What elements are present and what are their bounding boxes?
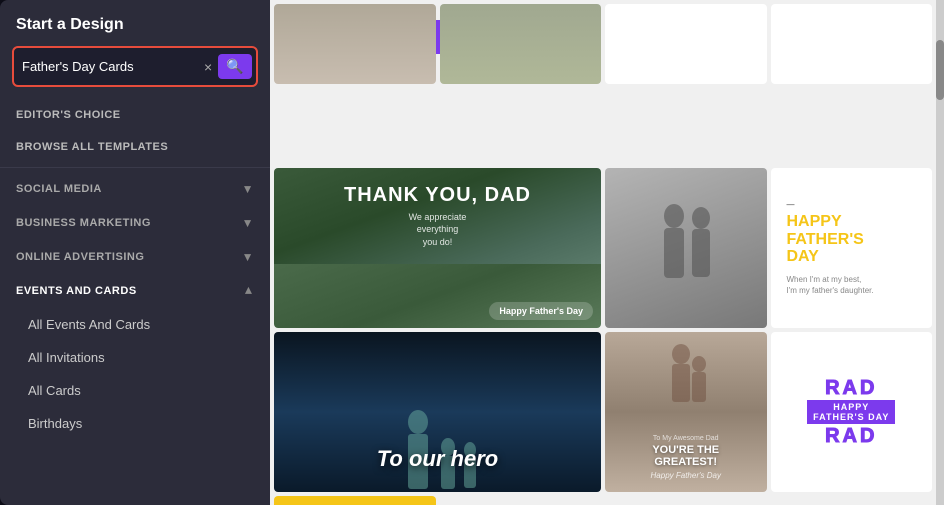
modal-header: Start a Design xyxy=(0,0,270,46)
template-to-our-hero[interactable]: To our hero xyxy=(274,332,601,492)
rad-happy-text: HAPPY xyxy=(813,402,889,412)
sidebar-events-and-cards[interactable]: EVENTS AND CARDS ▼ xyxy=(0,274,270,308)
template-card-3[interactable] xyxy=(605,4,767,84)
sidebar-editors-choice[interactable]: EDITOR'S CHOICE xyxy=(0,99,270,131)
dad-son-silhouette xyxy=(656,342,716,412)
happy-fd-sub-text: When I'm at my best,I'm my father's daug… xyxy=(787,274,874,296)
template-card-4[interactable] xyxy=(771,4,933,84)
template-bw-couple[interactable] xyxy=(605,168,767,328)
scrollbar-track[interactable] xyxy=(936,0,944,505)
happy-fathers-day-label: Happy Father's Day xyxy=(489,302,593,320)
sidebar-sub-all-events[interactable]: All Events And Cards xyxy=(0,308,270,341)
chevron-down-icon-2: ▼ xyxy=(242,216,254,230)
hero-family-silhouette xyxy=(348,392,528,492)
to-awesome-dad: To My Awesome Dad xyxy=(651,435,721,442)
chevron-up-icon: ▼ xyxy=(242,284,254,298)
happy-fd-bottom: Happy Father's Day xyxy=(651,471,721,480)
sidebar-sub-all-cards[interactable]: All Cards xyxy=(0,374,270,407)
happy-fd-text: HAPPYFATHER'SDAY xyxy=(787,213,864,266)
scrollbar-thumb[interactable] xyxy=(936,40,944,100)
sidebar-nav: EDITOR'S CHOICE BROWSE ALL TEMPLATES SOC… xyxy=(0,99,270,505)
sidebar-sub-all-invitations[interactable]: All Invitations xyxy=(0,341,270,374)
sidebar-sub-birthdays[interactable]: Birthdays xyxy=(0,407,270,440)
sidebar-browse-all[interactable]: BROWSE ALL TEMPLATES xyxy=(0,131,270,163)
modal-title: Start a Design xyxy=(16,16,124,34)
sidebar-business-marketing-label: BUSINESS MARKETING xyxy=(16,217,151,229)
sidebar-social-media[interactable]: SOCIAL MEDIA ▼ xyxy=(0,172,270,206)
modal-overlay: Templates Blank Canvas × Start a Design … xyxy=(0,0,944,505)
sidebar-events-and-cards-label: EVENTS AND CARDS xyxy=(16,285,137,297)
rad-dad-container: RAD HAPPY FATHER'S DAY RAD xyxy=(807,378,895,446)
template-happy-fd-white[interactable]: — HAPPYFATHER'SDAY When I'm at my best,I… xyxy=(771,168,933,328)
nav-divider-1 xyxy=(0,167,270,168)
sidebar-online-advertising-label: ONLINE ADVERTISING xyxy=(16,251,144,263)
template-number-one-dad[interactable]: YOU ARE THE #1 DAD HAPPY FATHER'S DAY xyxy=(274,496,436,505)
dash-decoration: — xyxy=(787,200,795,209)
template-card-2[interactable] xyxy=(440,4,602,84)
search-clear-button[interactable]: × xyxy=(204,59,212,75)
to-our-hero-text: To our hero xyxy=(377,446,498,472)
template-grid: THANK YOU, DAD We appreciateeverythingyo… xyxy=(270,0,936,505)
sidebar-business-marketing[interactable]: BUSINESS MARKETING ▼ xyxy=(0,206,270,240)
thank-you-dad-sub: We appreciateeverythingyou do! xyxy=(409,211,467,249)
couple-silhouette xyxy=(646,198,726,298)
search-box: × 🔍 xyxy=(12,46,258,87)
rad-text-2: RAD xyxy=(807,426,895,446)
search-input[interactable] xyxy=(22,59,198,74)
rad-fathers-day-text: FATHER'S DAY xyxy=(813,412,889,422)
sidebar: Start a Design × 🔍 EDITOR'S CHOICE BROWS… xyxy=(0,0,270,505)
youre-greatest-container: To My Awesome Dad YOU'RE THEGREATEST! Ha… xyxy=(651,435,721,480)
chevron-down-icon: ▼ xyxy=(242,182,254,196)
youre-greatest-text: YOU'RE THEGREATEST! xyxy=(651,444,721,468)
template-rad-dad[interactable]: RAD HAPPY FATHER'S DAY RAD xyxy=(771,332,933,492)
chevron-down-icon-3: ▼ xyxy=(242,250,254,264)
sidebar-online-advertising[interactable]: ONLINE ADVERTISING ▼ xyxy=(0,240,270,274)
sidebar-social-media-label: SOCIAL MEDIA xyxy=(16,183,102,195)
template-thank-you-dad[interactable]: THANK YOU, DAD We appreciateeverythingyo… xyxy=(274,168,601,328)
thank-you-dad-title: THANK YOU, DAD xyxy=(344,184,531,207)
search-submit-button[interactable]: 🔍 xyxy=(218,54,251,79)
close-button[interactable]: × xyxy=(912,20,924,43)
search-container: × 🔍 xyxy=(0,46,270,99)
template-dad-son[interactable]: To My Awesome Dad YOU'RE THEGREATEST! Ha… xyxy=(605,332,767,492)
rad-happy-container: HAPPY FATHER'S DAY xyxy=(807,400,895,424)
template-card-1[interactable] xyxy=(274,4,436,84)
rad-text-1: RAD xyxy=(807,378,895,398)
